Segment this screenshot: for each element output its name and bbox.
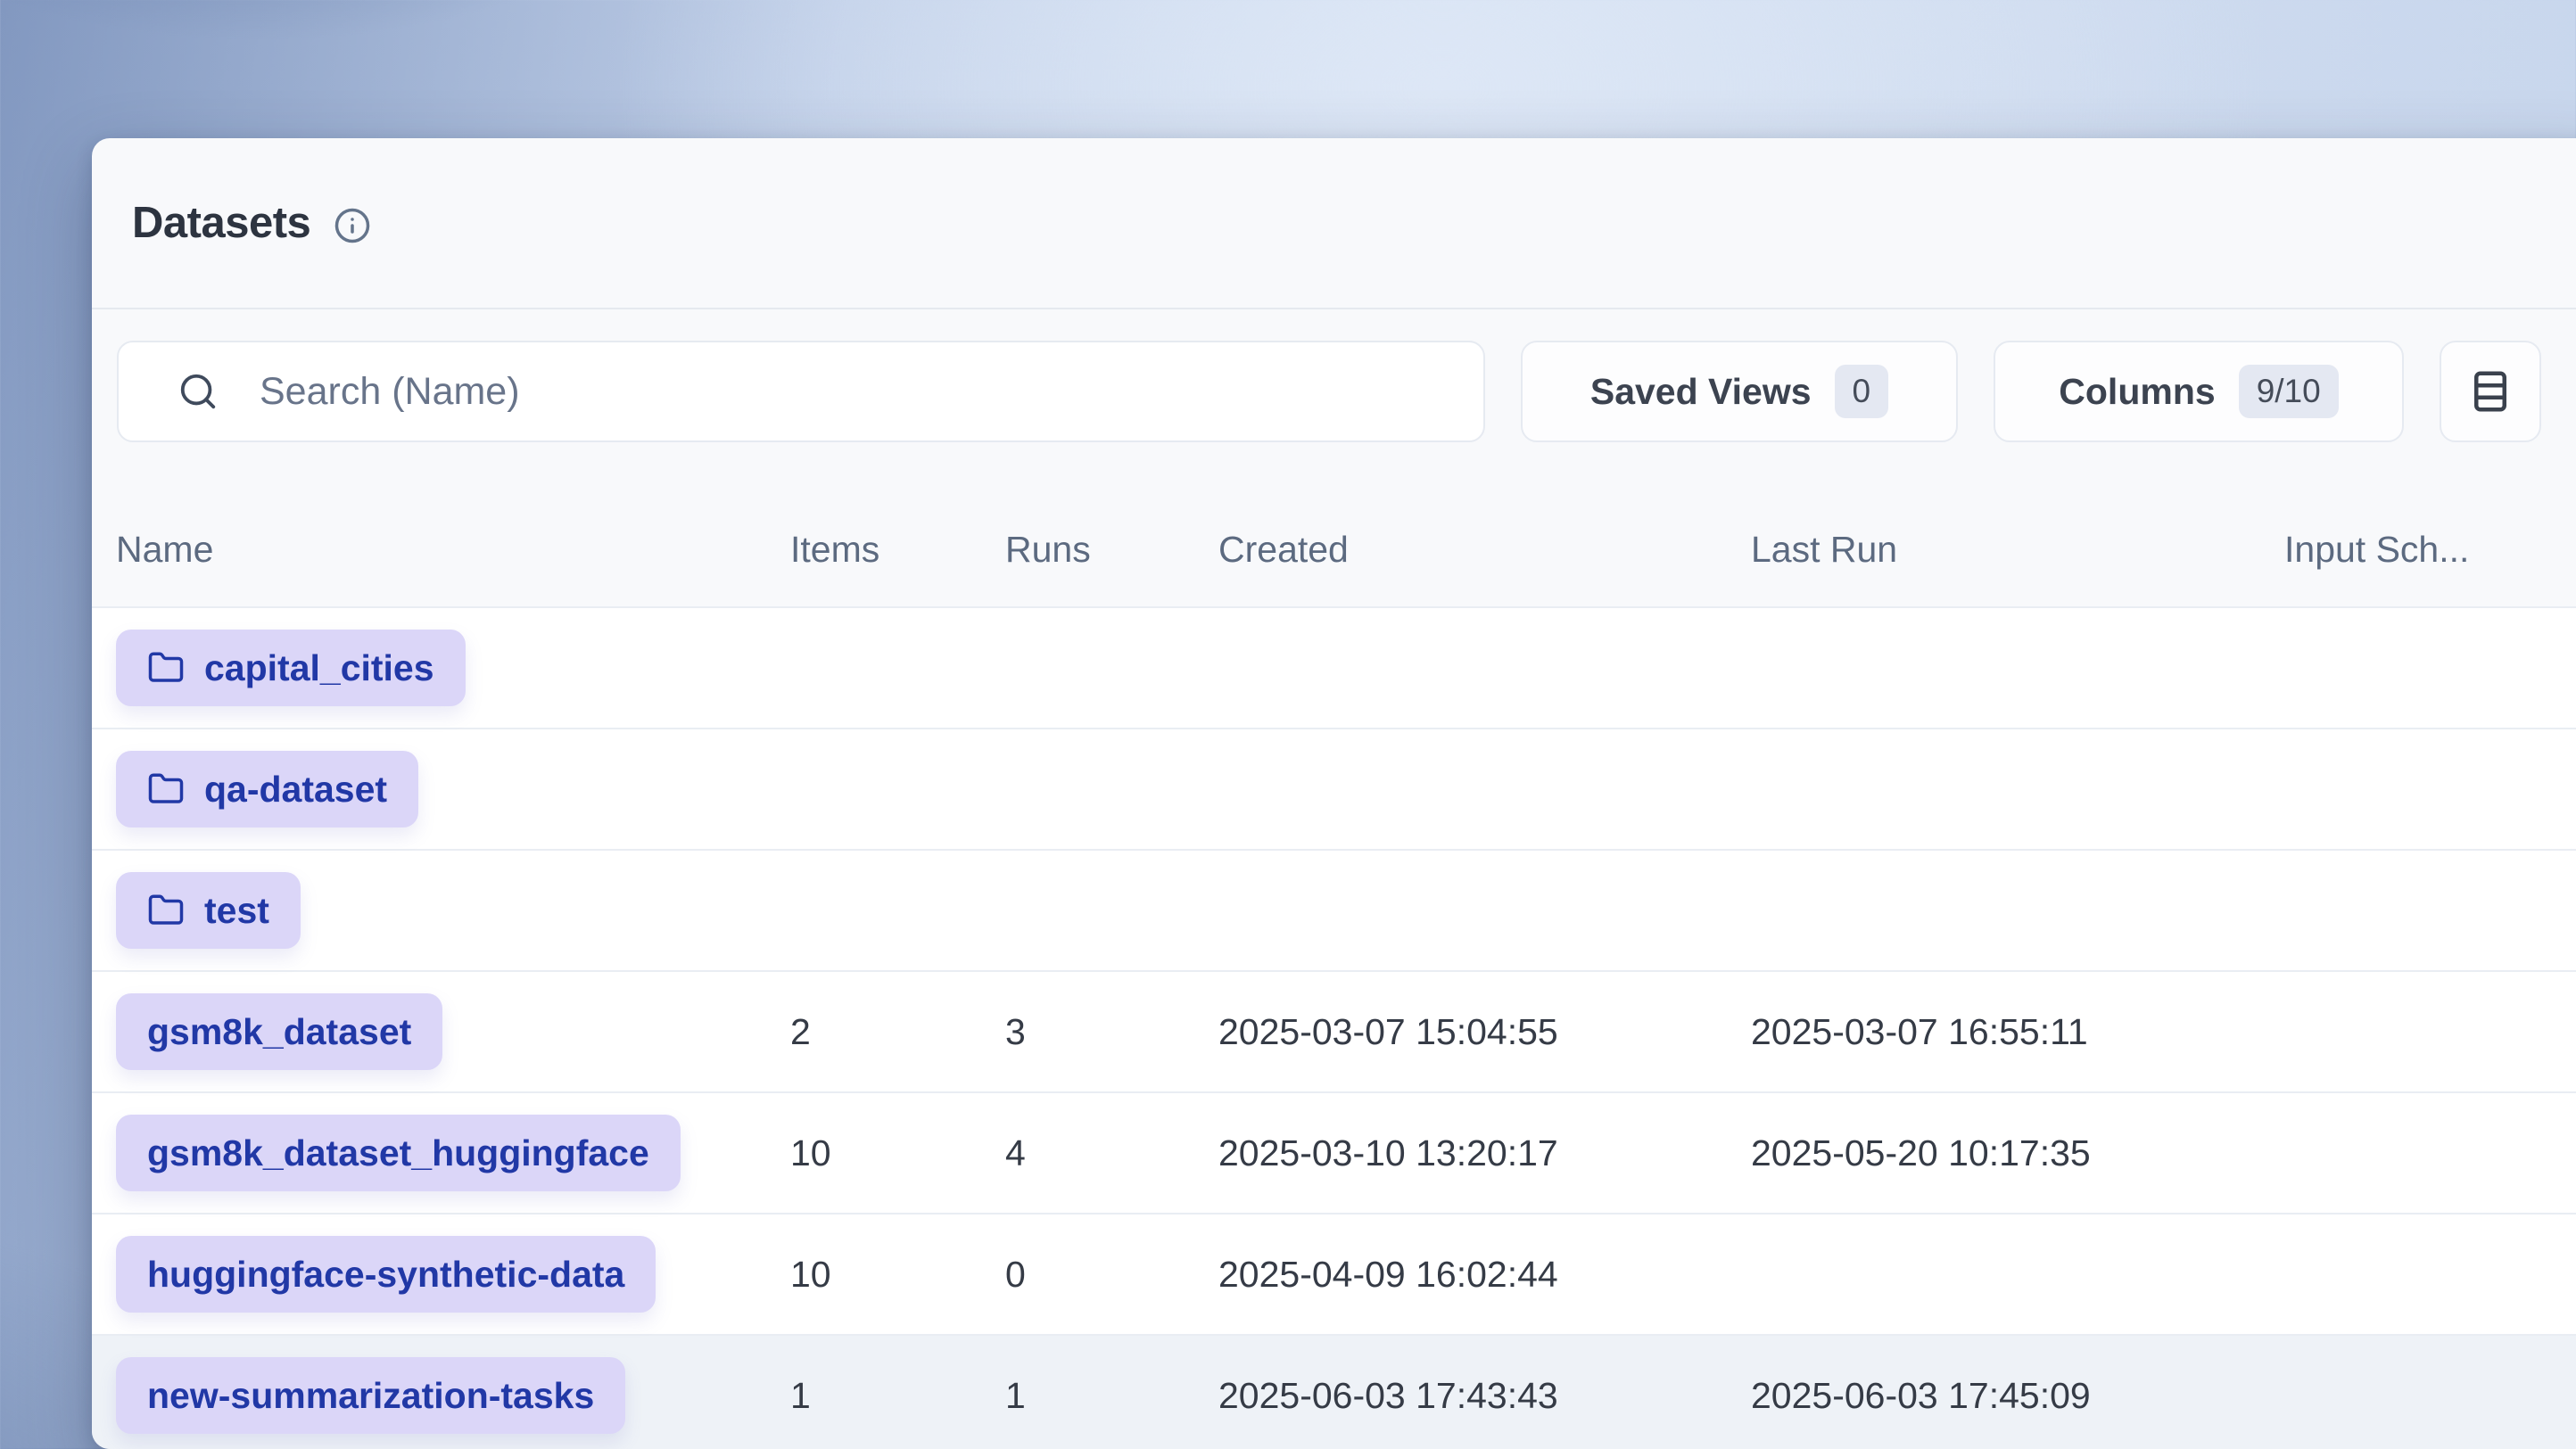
runs-cell: 3 bbox=[1005, 1011, 1218, 1053]
search-box[interactable] bbox=[117, 341, 1485, 442]
name-cell: capital_cities bbox=[116, 630, 790, 706]
page-header: Datasets bbox=[92, 138, 2576, 309]
dataset-badge[interactable]: huggingface-synthetic-data bbox=[116, 1236, 656, 1313]
folder-icon bbox=[147, 770, 185, 808]
dataset-name: gsm8k_dataset bbox=[147, 1011, 411, 1053]
items-cell: 10 bbox=[790, 1132, 1005, 1174]
dataset-badge[interactable]: new-summarization-tasks bbox=[116, 1357, 625, 1434]
runs-cell: 4 bbox=[1005, 1132, 1218, 1174]
created-cell: 2025-06-03 17:43:43 bbox=[1218, 1375, 1751, 1417]
column-header-runs: Runs bbox=[1005, 529, 1218, 571]
runs-cell: 0 bbox=[1005, 1254, 1218, 1296]
column-header-items: Items bbox=[790, 529, 1005, 571]
table-row[interactable]: qa-dataset bbox=[92, 728, 2576, 849]
last-run-cell: 2025-05-20 10:17:35 bbox=[1751, 1132, 2284, 1174]
columns-count-badge: 9/10 bbox=[2239, 365, 2339, 418]
page-title: Datasets bbox=[132, 198, 310, 248]
last-run-cell: 2025-03-07 16:55:11 bbox=[1751, 1011, 2284, 1053]
name-cell: huggingface-synthetic-data bbox=[116, 1236, 790, 1313]
name-cell: new-summarization-tasks bbox=[116, 1357, 790, 1434]
table-row[interactable]: new-summarization-tasks112025-06-03 17:4… bbox=[92, 1334, 2576, 1449]
runs-cell: 1 bbox=[1005, 1375, 1218, 1417]
dataset-name: new-summarization-tasks bbox=[147, 1375, 594, 1417]
table-header-row: NameItemsRunsCreatedLast RunInput Sch... bbox=[92, 442, 2576, 606]
name-cell: test bbox=[116, 872, 790, 949]
last-run-cell: 2025-06-03 17:45:09 bbox=[1751, 1375, 2284, 1417]
items-cell: 10 bbox=[790, 1254, 1005, 1296]
column-header-input-sch: Input Sch... bbox=[2284, 529, 2576, 571]
dataset-badge[interactable]: gsm8k_dataset_huggingface bbox=[116, 1115, 681, 1191]
datasets-panel: Datasets Saved Views 0 Columns 9/10 bbox=[92, 138, 2576, 1449]
table-row[interactable]: capital_cities bbox=[92, 606, 2576, 728]
columns-label: Columns bbox=[2059, 371, 2215, 413]
folder-badge[interactable]: capital_cities bbox=[116, 630, 466, 706]
columns-button[interactable]: Columns 9/10 bbox=[1994, 341, 2404, 442]
row-height-button[interactable] bbox=[2440, 341, 2541, 442]
table-row[interactable]: huggingface-synthetic-data 1002025-04-09 … bbox=[92, 1213, 2576, 1334]
items-cell: 1 bbox=[790, 1375, 1005, 1417]
table-row[interactable]: gsm8k_dataset 232025-03-07 15:04:552025-0… bbox=[92, 970, 2576, 1091]
dataset-name: qa-dataset bbox=[204, 769, 387, 811]
folder-badge[interactable]: qa-dataset bbox=[116, 751, 418, 827]
table-row[interactable]: gsm8k_dataset_huggingface 1042025-03-10 1… bbox=[92, 1091, 2576, 1213]
dataset-name: huggingface-synthetic-data bbox=[147, 1254, 624, 1296]
search-input[interactable] bbox=[258, 342, 1483, 441]
dataset-badge[interactable]: gsm8k_dataset bbox=[116, 993, 442, 1070]
table-row[interactable]: test bbox=[92, 849, 2576, 970]
table-body: capital_cities qa-dataset test gsm8k_datase… bbox=[92, 606, 2576, 1449]
created-cell: 2025-03-07 15:04:55 bbox=[1218, 1011, 1751, 1053]
name-cell: gsm8k_dataset bbox=[116, 993, 790, 1070]
rows-icon bbox=[2466, 367, 2514, 416]
folder-icon bbox=[147, 649, 185, 687]
name-cell: qa-dataset bbox=[116, 751, 790, 827]
column-header-created: Created bbox=[1218, 529, 1751, 571]
toolbar: Saved Views 0 Columns 9/10 bbox=[92, 341, 2576, 442]
items-cell: 2 bbox=[790, 1011, 1005, 1053]
saved-views-button[interactable]: Saved Views 0 bbox=[1521, 341, 1958, 442]
saved-views-label: Saved Views bbox=[1590, 371, 1812, 413]
saved-views-count-badge: 0 bbox=[1835, 365, 1889, 418]
folder-icon bbox=[147, 892, 185, 929]
created-cell: 2025-04-09 16:02:44 bbox=[1218, 1254, 1751, 1296]
info-icon[interactable] bbox=[334, 207, 371, 244]
column-header-last-run: Last Run bbox=[1751, 529, 2284, 571]
created-cell: 2025-03-10 13:20:17 bbox=[1218, 1132, 1751, 1174]
column-header-name: Name bbox=[116, 529, 790, 571]
folder-badge[interactable]: test bbox=[116, 872, 301, 949]
dataset-name: test bbox=[204, 890, 269, 932]
dataset-name: gsm8k_dataset_huggingface bbox=[147, 1132, 649, 1174]
dataset-name: capital_cities bbox=[204, 647, 434, 689]
search-icon bbox=[178, 371, 219, 412]
name-cell: gsm8k_dataset_huggingface bbox=[116, 1115, 790, 1191]
